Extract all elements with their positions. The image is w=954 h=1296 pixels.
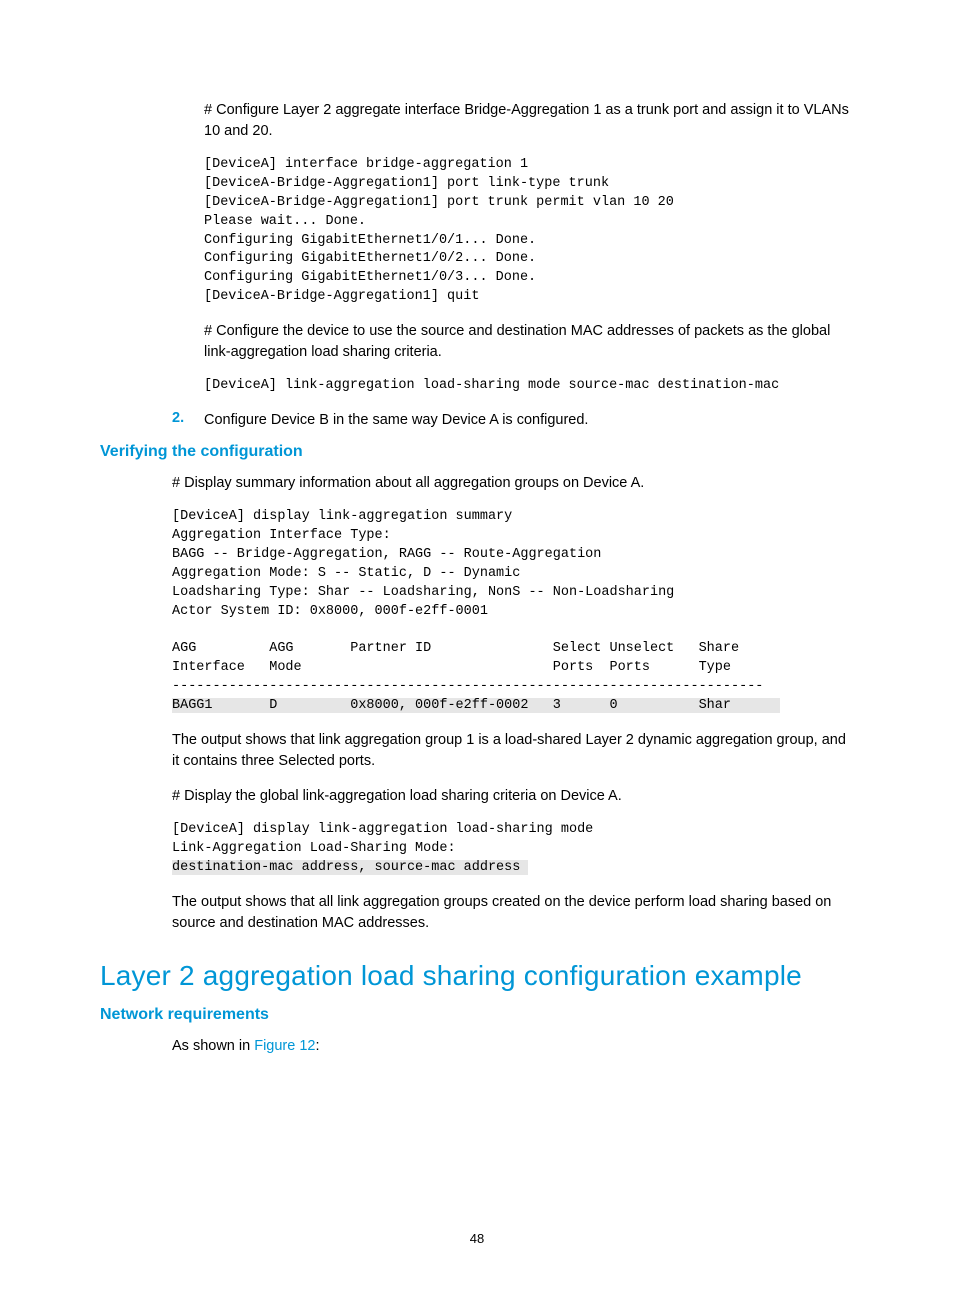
heading-network-requirements: Network requirements [100, 1006, 854, 1024]
figure-link[interactable]: Figure 12 [254, 1038, 315, 1054]
text: As shown in [172, 1038, 254, 1054]
text: : [315, 1038, 319, 1054]
highlighted-output: BAGG1 D 0x8000, 000f-e2ff-0002 3 0 Shar [172, 698, 780, 713]
paragraph-display-summary: # Display summary information about all … [172, 473, 854, 494]
content-column: As shown in Figure 12: [172, 1036, 854, 1057]
heading-verifying: Verifying the configuration [100, 443, 854, 461]
step-number: 2. [172, 410, 190, 431]
content-column: # Display summary information about all … [172, 473, 854, 934]
paragraph-config-mac: # Configure the device to use the source… [204, 321, 854, 363]
paragraph-config-trunk: # Configure Layer 2 aggregate interface … [204, 100, 854, 142]
code-block-mac: [DeviceA] link-aggregation load-sharing … [204, 377, 854, 396]
page: # Configure Layer 2 aggregate interface … [0, 0, 954, 1296]
heading-layer2-example: Layer 2 aggregation load sharing configu… [100, 960, 854, 992]
paragraph-display-loadshare: # Display the global link-aggregation lo… [172, 786, 854, 807]
code-block-summary: [DeviceA] display link-aggregation summa… [172, 508, 854, 716]
page-number: 48 [0, 1231, 954, 1246]
paragraph-output-explain-1: The output shows that link aggregation g… [172, 730, 854, 772]
code-block-trunk: [DeviceA] interface bridge-aggregation 1… [204, 156, 854, 307]
paragraph-figure-ref: As shown in Figure 12: [172, 1036, 854, 1057]
step-2: 2. Configure Device B in the same way De… [172, 410, 854, 431]
content-column: # Configure Layer 2 aggregate interface … [172, 100, 854, 431]
paragraph-output-explain-2: The output shows that all link aggregati… [172, 892, 854, 934]
code-block-loadshare: [DeviceA] display link-aggregation load-… [172, 821, 854, 878]
step-text: Configure Device B in the same way Devic… [204, 410, 588, 431]
highlighted-output: destination-mac address, source-mac addr… [172, 860, 528, 875]
